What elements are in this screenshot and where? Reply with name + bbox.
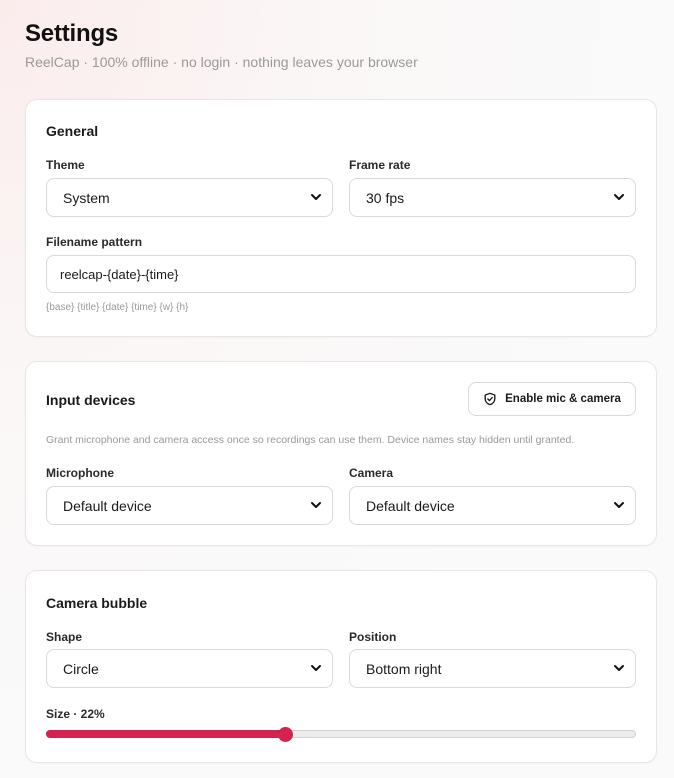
input-devices-card-title: Input devices (46, 392, 136, 408)
microphone-select[interactable]: Default device (46, 486, 333, 525)
microphone-select-value: Default device (63, 497, 152, 514)
camera-select[interactable]: Default device (349, 486, 636, 525)
theme-select-value: System (63, 189, 110, 206)
size-slider[interactable] (46, 726, 636, 742)
chevron-down-icon (614, 665, 624, 671)
chevron-down-icon (614, 194, 624, 200)
theme-select[interactable]: System (46, 178, 333, 217)
page-title: Settings (25, 20, 119, 47)
size-label: Size · 22% (46, 707, 105, 721)
position-select-value: Bottom right (366, 660, 442, 677)
size-slider-fill (46, 730, 285, 738)
enable-mic-camera-button[interactable]: Enable mic & camera (468, 382, 636, 416)
filename-pattern-value: reelcap-{date}-{time} (60, 266, 179, 282)
microphone-label: Microphone (46, 466, 114, 480)
filename-pattern-input[interactable]: reelcap-{date}-{time} (46, 255, 636, 293)
shape-select-value: Circle (63, 660, 99, 677)
position-label: Position (349, 630, 397, 644)
frame-rate-select[interactable]: 30 fps (349, 178, 636, 217)
shape-label: Shape (46, 630, 83, 644)
general-card-title: General (46, 123, 99, 139)
size-slider-thumb[interactable] (277, 727, 293, 742)
camera-bubble-card: Camera bubble Shape Circle Position Bott… (25, 570, 657, 763)
camera-select-value: Default device (366, 497, 455, 514)
input-devices-description: Grant microphone and camera access once … (46, 434, 575, 446)
shape-select[interactable]: Circle (46, 649, 333, 688)
chevron-down-icon (311, 194, 321, 200)
chevron-down-icon (614, 502, 624, 508)
camera-label: Camera (349, 466, 394, 480)
page-subtitle: ReelCap · 100% offline · no login · noth… (25, 54, 418, 70)
page-header: Settings ReelCap · 100% offline · no log… (25, 20, 418, 70)
enable-mic-camera-label: Enable mic & camera (505, 393, 621, 405)
filename-pattern-hint: {base} {title} {date} {time} {w} {h} (46, 302, 189, 313)
position-select[interactable]: Bottom right (349, 649, 636, 688)
general-card: General Theme System Frame rate 30 fps F… (25, 99, 657, 337)
frame-rate-label: Frame rate (349, 158, 411, 172)
chevron-down-icon (311, 665, 321, 671)
camera-bubble-card-title: Camera bubble (46, 595, 148, 611)
frame-rate-select-value: 30 fps (366, 189, 405, 206)
input-devices-card: Input devices Enable mic & camera Grant … (25, 361, 657, 546)
theme-label: Theme (46, 158, 85, 172)
shield-check-icon (484, 392, 496, 406)
filename-pattern-label: Filename pattern (46, 235, 143, 249)
chevron-down-icon (311, 502, 321, 508)
